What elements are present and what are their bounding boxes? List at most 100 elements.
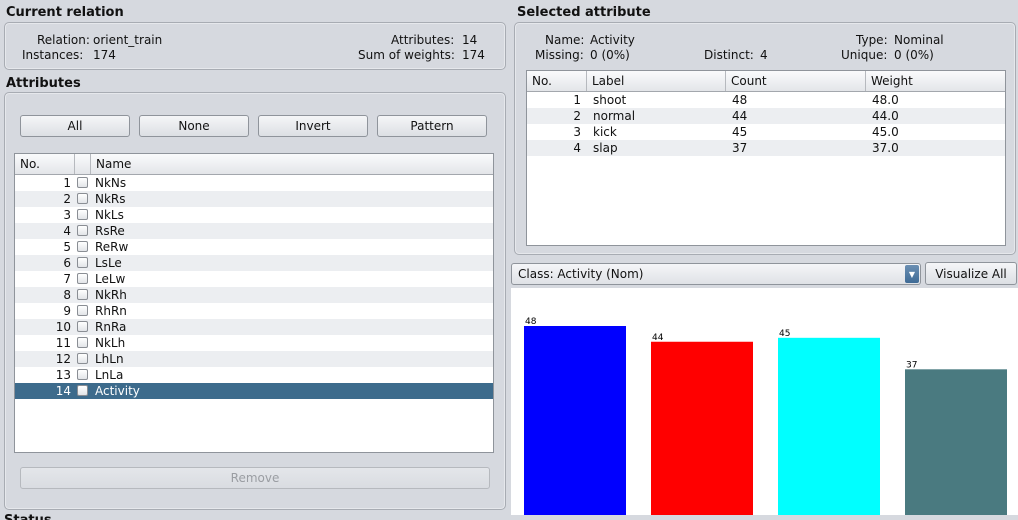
label-row[interactable]: 3 kick 45 45.0 — [527, 124, 1005, 140]
attribute-row-name: RhRn — [95, 304, 127, 318]
attribute-row-name: LeLw — [95, 272, 126, 286]
attribute-row[interactable]: 4 RsRe — [15, 223, 493, 239]
attribute-row[interactable]: 5 ReRw — [15, 239, 493, 255]
status-title: Status — [4, 514, 52, 520]
label-row[interactable]: 4 slap 37 37.0 — [527, 140, 1005, 156]
bar-value-label: 45 — [779, 329, 790, 339]
attr-missing-value: 0 (0%) — [590, 48, 630, 62]
attribute-row-name: LhLn — [95, 352, 124, 366]
attr-type-value: Nominal — [894, 33, 944, 47]
current-relation-panel: Relation: orient_train Instances: 174 At… — [4, 22, 506, 70]
attr-distinct-label: Distinct: — [704, 48, 754, 62]
attribute-row-number: 11 — [55, 336, 71, 350]
attribute-row-number: 12 — [55, 352, 71, 366]
pattern-button[interactable]: Pattern — [377, 115, 487, 137]
attribute-row[interactable]: 13 LnLa — [15, 367, 493, 383]
attribute-row[interactable]: 8 NkRh — [15, 287, 493, 303]
attributes-table[interactable]: No. Name 1 NkNs 2 NkRs 3 NkLs 4 RsRe 5 ReRw 6 LsLe 7… — [14, 153, 494, 453]
attribute-row[interactable]: 11 NkLh — [15, 335, 493, 351]
label-row[interactable]: 2 normal 44 44.0 — [527, 108, 1005, 124]
attr-type-label: Type: — [856, 33, 888, 47]
attribute-row-name: NkLh — [95, 336, 126, 350]
chevron-down-icon[interactable]: ▼ — [905, 265, 919, 283]
attribute-row-name: Activity — [95, 384, 140, 398]
bar-value-label: 44 — [652, 333, 664, 343]
attribute-row-number: 2 — [63, 192, 71, 206]
attribute-row[interactable]: 10 RnRa — [15, 319, 493, 335]
attribute-row[interactable]: 6 LsLe — [15, 255, 493, 271]
bar-value-label: 37 — [906, 360, 917, 370]
column-header-checkbox[interactable] — [75, 154, 91, 174]
attribute-checkbox[interactable] — [77, 337, 88, 348]
attribute-row-name: NkRh — [95, 288, 127, 302]
attributes-count-label: Attributes: — [391, 33, 455, 47]
sum-weights-value: 174 — [462, 48, 485, 62]
column-header-weight[interactable]: Weight — [866, 71, 1005, 91]
attribute-row[interactable]: 7 LeLw — [15, 271, 493, 287]
column-header-count[interactable]: Count — [726, 71, 866, 91]
remove-button[interactable]: Remove — [20, 467, 490, 489]
column-header-no[interactable]: No. — [15, 154, 75, 174]
attribute-row-number: 5 — [63, 240, 71, 254]
attribute-row[interactable]: 2 NkRs — [15, 191, 493, 207]
attribute-row-name: RnRa — [95, 320, 127, 334]
relation-value: orient_train — [93, 33, 163, 47]
select-none-button[interactable]: None — [139, 115, 249, 137]
attribute-checkbox[interactable] — [77, 321, 88, 332]
attribute-row[interactable]: 12 LhLn — [15, 351, 493, 367]
attribute-checkbox[interactable] — [77, 193, 88, 204]
attribute-checkbox[interactable] — [77, 385, 88, 396]
visualize-all-button[interactable]: Visualize All — [925, 262, 1017, 285]
label-row-no: 1 — [573, 93, 581, 107]
label-row-weight: 45.0 — [872, 125, 899, 139]
attribute-checkbox[interactable] — [77, 209, 88, 220]
attribute-row-name: LnLa — [95, 368, 124, 382]
attribute-row-number: 14 — [55, 384, 71, 398]
label-row-label: slap — [593, 141, 618, 155]
attribute-checkbox[interactable] — [77, 257, 88, 268]
attributes-table-header: No. Name — [15, 154, 493, 175]
attribute-checkbox[interactable] — [77, 241, 88, 252]
labels-table[interactable]: No. Label Count Weight 1 shoot 48 48.0 2 norm… — [526, 70, 1006, 246]
attribute-checkbox[interactable] — [77, 369, 88, 380]
sum-weights-label: Sum of weights: — [358, 48, 455, 62]
select-all-button[interactable]: All — [20, 115, 130, 137]
attributes-panel: All None Invert Pattern No. Name 1 NkNs 2 N… — [4, 92, 506, 510]
label-row-label: shoot — [593, 93, 627, 107]
attribute-checkbox[interactable] — [77, 305, 88, 316]
label-row-count: 45 — [732, 125, 748, 139]
attribute-row[interactable]: 3 NkLs — [15, 207, 493, 223]
attribute-row-number: 8 — [63, 288, 71, 302]
bar-normal — [651, 341, 753, 515]
label-row-label: normal — [593, 109, 636, 123]
selected-attribute-title: Selected attribute — [517, 5, 651, 20]
label-row-weight: 44.0 — [872, 109, 899, 123]
attribute-row-number: 7 — [63, 272, 71, 286]
class-select[interactable]: Class: Activity (Nom) ▼ — [511, 263, 921, 285]
column-header-label[interactable]: Label — [587, 71, 726, 91]
attribute-row[interactable]: 1 NkNs — [15, 175, 493, 191]
attribute-row-number: 3 — [63, 208, 71, 222]
attribute-row[interactable]: 9 RhRn — [15, 303, 493, 319]
attribute-checkbox[interactable] — [77, 273, 88, 284]
attribute-row-number: 6 — [63, 256, 71, 270]
invert-selection-button[interactable]: Invert — [258, 115, 368, 137]
attribute-checkbox[interactable] — [77, 177, 88, 188]
attributes-title: Attributes — [6, 76, 81, 91]
relation-label: Relation: — [37, 33, 90, 47]
attr-distinct-value: 4 — [760, 48, 768, 62]
column-header-no[interactable]: No. — [527, 71, 587, 91]
instances-value: 174 — [93, 48, 116, 62]
label-row-count: 37 — [732, 141, 748, 155]
attribute-row-number: 4 — [63, 224, 71, 238]
attr-unique-value: 0 (0%) — [894, 48, 934, 62]
attribute-row[interactable]: 14 Activity — [15, 383, 493, 399]
label-row-no: 2 — [573, 109, 581, 123]
label-row-weight: 48.0 — [872, 93, 899, 107]
attribute-checkbox[interactable] — [77, 225, 88, 236]
attribute-checkbox[interactable] — [77, 289, 88, 300]
label-row[interactable]: 1 shoot 48 48.0 — [527, 92, 1005, 108]
attribute-checkbox[interactable] — [77, 353, 88, 364]
label-row-no: 4 — [573, 141, 581, 155]
column-header-name[interactable]: Name — [91, 154, 493, 174]
